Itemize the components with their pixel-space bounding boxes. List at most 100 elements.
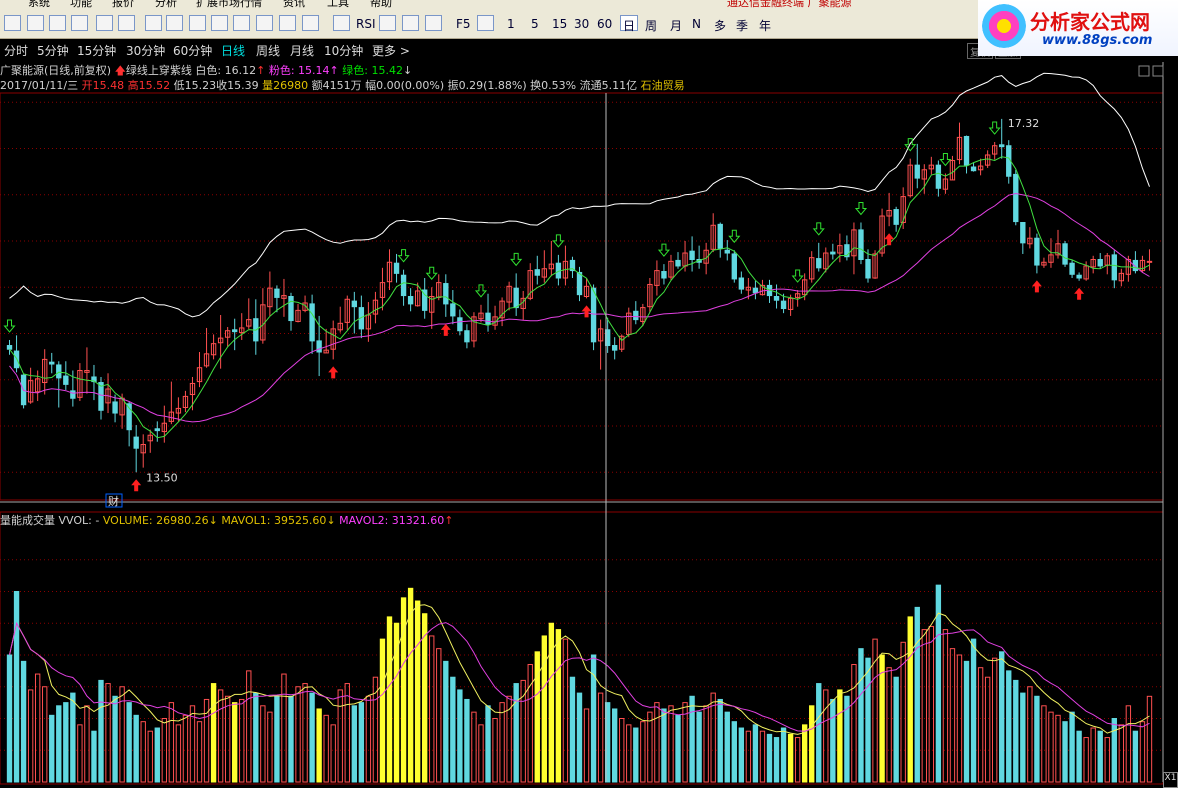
volume-bar (1027, 686, 1033, 783)
high-value: 高15.52 (127, 79, 171, 92)
volume-bar (956, 654, 963, 783)
candle-body (56, 364, 62, 379)
candle-body (513, 287, 519, 309)
candle-body (612, 345, 618, 351)
candle-body (400, 274, 407, 297)
volume-bar (991, 657, 998, 783)
volume-bar (583, 708, 590, 783)
candle-body (1097, 259, 1103, 267)
candle-body (288, 296, 294, 322)
volume-bar (210, 683, 217, 783)
candle-body (1069, 262, 1075, 275)
volume-bar (1013, 679, 1019, 783)
volume-bar (98, 679, 104, 783)
volume-bar (1139, 721, 1146, 783)
candle-body (274, 288, 280, 298)
candle-body (351, 300, 358, 308)
volume-bar (182, 714, 189, 783)
candle-body (49, 361, 55, 365)
volume-bar (34, 673, 41, 783)
volume-bar (928, 625, 935, 783)
volume-readout: VOLUME: 26980.26 (102, 514, 209, 527)
candle-body (154, 428, 160, 432)
volume-bar (133, 714, 139, 783)
volume-bar (232, 702, 238, 783)
up-arrow-icon: 🡅 (114, 64, 126, 77)
volume-bar (274, 695, 280, 783)
green-line-label: 绿色: 15.42 (342, 64, 403, 77)
sell-signal-arrow-icon (728, 229, 741, 244)
candle-body (70, 390, 76, 399)
volume-title: 量能成交量 (0, 514, 55, 527)
volume-bar (56, 705, 62, 783)
volume-bar (886, 667, 892, 783)
volume-bar (84, 705, 90, 783)
sell-signal-arrow-icon (3, 319, 16, 333)
price-panel-frame (0, 92, 1164, 501)
candle-body (1020, 222, 1026, 244)
finance-marker: 财 (108, 494, 119, 508)
candle-body (6, 345, 13, 350)
candle-body (935, 164, 942, 189)
up-arrow-icon: ↑ (329, 64, 339, 77)
volume-bar (1146, 695, 1153, 783)
stock-title: 广聚能源(日线,前复权) (0, 64, 112, 77)
volume-bar (1090, 727, 1096, 783)
volume-bar (999, 651, 1005, 783)
volume-bar (295, 686, 301, 783)
kline-chart[interactable]: 17.32 13.50 财 (0, 0, 1178, 788)
volume-bar (745, 730, 752, 783)
volume-bar (253, 692, 259, 783)
candle-body (970, 166, 977, 172)
volume-bar (970, 638, 977, 783)
candle-body (1034, 237, 1040, 266)
candle-body (457, 317, 463, 332)
candle-body (316, 340, 322, 353)
volume-bar (661, 708, 667, 783)
candle-body (485, 312, 491, 325)
window-icon[interactable] (1152, 65, 1164, 77)
min-price-label: 13.50 (146, 471, 178, 484)
sell-signal-arrow-icon (791, 269, 804, 283)
volume-bar (49, 714, 55, 783)
sell-signal-arrow-icon (510, 252, 523, 267)
buy-signal-arrow-icon (440, 323, 451, 336)
volume-bar (13, 591, 20, 783)
volume-bar (1104, 737, 1110, 783)
buy-signal-arrow-icon (328, 366, 339, 379)
diamond-icon[interactable] (1138, 65, 1150, 77)
buy-signal-arrow-icon (884, 233, 895, 246)
volume-bar (809, 705, 815, 783)
volume-bar (633, 727, 639, 783)
pink-line-label: 粉色: 15.14 (268, 64, 330, 77)
zoom-button[interactable]: X1 (1163, 772, 1178, 788)
volume-bar (464, 698, 470, 783)
volume-bar (830, 698, 836, 783)
candle-body (1076, 274, 1082, 279)
volume-bar (914, 606, 920, 783)
volume-bar (147, 730, 153, 783)
volume-bar (1041, 705, 1047, 783)
candle-body (717, 223, 723, 249)
volume-bar (1062, 721, 1068, 783)
volume-bar (569, 676, 576, 783)
volume-bar (787, 733, 794, 783)
volume-bar (457, 689, 463, 783)
candle-body (133, 436, 139, 449)
volume-bar (20, 660, 27, 783)
volume-bar (675, 714, 681, 783)
candle-body (112, 401, 118, 414)
volume-bar (499, 702, 505, 783)
buy-signal-arrow-icon (131, 479, 142, 492)
candle-body (1146, 260, 1153, 263)
volume-bar (429, 635, 435, 783)
volume-bar (794, 737, 801, 783)
volume-bar (780, 727, 787, 783)
volume-bar (330, 724, 336, 783)
candle-body (773, 296, 780, 301)
volume-bar (478, 724, 484, 783)
candle-body (830, 251, 836, 255)
volume-bar (1118, 724, 1125, 783)
sell-signal-arrow-icon (812, 222, 825, 236)
candle-body (858, 229, 864, 260)
